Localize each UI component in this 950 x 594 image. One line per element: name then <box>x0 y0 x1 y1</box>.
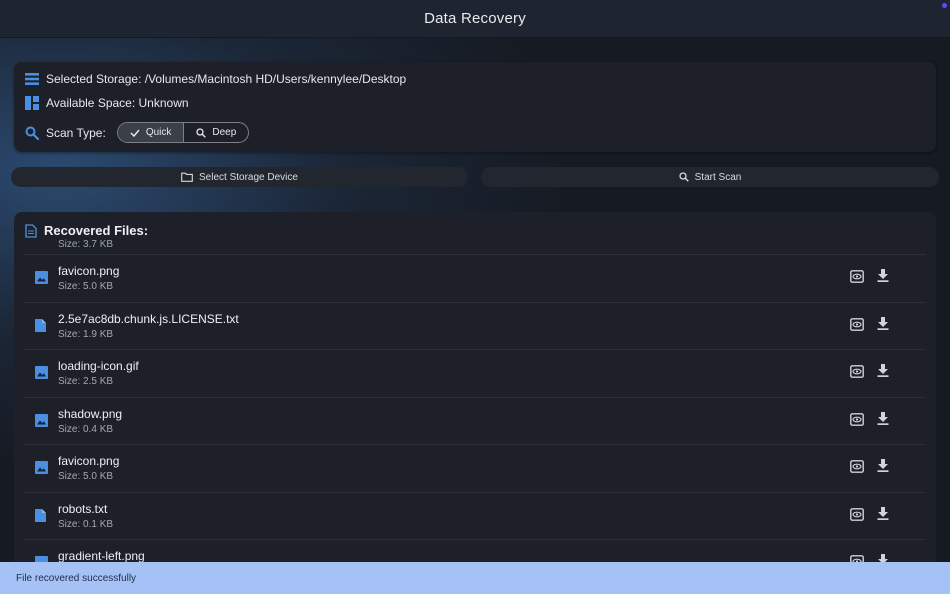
partial-file-size: Size: 3.7 KB <box>58 239 114 250</box>
file-name: robots.txt <box>58 501 108 516</box>
download-icon <box>877 411 889 425</box>
file-list-item[interactable]: robots.txt Size: 0.1 KB <box>24 493 926 540</box>
file-size: Size: 5.0 KB <box>58 281 114 292</box>
file-list-item[interactable]: favicon.png Size: 5.0 KB <box>24 445 926 493</box>
document-icon <box>35 318 46 332</box>
file-list-item[interactable]: 2.5e7ac8db.chunk.js.LICENSE.txt Size: 1.… <box>24 303 926 350</box>
search-icon <box>678 172 689 182</box>
search-icon <box>196 127 207 138</box>
image-icon <box>35 413 48 427</box>
preview-button[interactable] <box>850 412 864 426</box>
deep-option-label: Deep <box>212 127 237 138</box>
file-name: shadow.png <box>58 406 123 421</box>
quick-option-label: Quick <box>145 127 172 138</box>
file-list-item[interactable]: favicon.png Size: 5.0 KB <box>24 255 926 303</box>
scan-type-label: Scan Type: <box>46 125 106 140</box>
preview-button[interactable] <box>850 460 864 473</box>
document-icon <box>35 508 46 522</box>
recovered-files-list[interactable]: favicon.png Size: 5.0 KB 2.5e7ac8db.chun… <box>24 254 926 572</box>
title-bar: Data Recovery <box>0 0 950 38</box>
file-name: 2.5e7ac8db.chunk.js.LICENSE.txt <box>58 311 239 326</box>
image-icon <box>35 366 48 379</box>
image-icon <box>35 271 48 284</box>
selected-storage-row: Selected Storage: /Volumes/Macintosh HD/… <box>25 72 406 86</box>
file-size: Size: 0.1 KB <box>58 518 114 530</box>
dashboard-icon <box>25 96 39 110</box>
available-space-text: Available Space: Unknown <box>46 96 189 110</box>
preview-icon <box>850 412 864 426</box>
select-storage-device-label: Select Storage Device <box>199 171 298 183</box>
file-list-item[interactable]: shadow.png Size: 0.4 KB <box>24 398 926 445</box>
download-icon <box>877 269 889 282</box>
file-list-item[interactable]: loading-icon.gif Size: 2.5 KB <box>24 350 926 398</box>
download-button[interactable] <box>877 364 889 377</box>
select-storage-device-button[interactable]: Select Storage Device <box>11 167 468 187</box>
file-size: Size: 5.0 KB <box>58 471 114 482</box>
file-name: favicon.png <box>58 454 120 468</box>
scan-type-quick-option[interactable]: Quick <box>117 123 184 142</box>
file-name: favicon.png <box>58 264 120 278</box>
available-space-row: Available Space: Unknown <box>25 96 189 110</box>
status-bar: File recovered successfully <box>0 562 950 594</box>
preview-button[interactable] <box>850 270 864 283</box>
search-icon <box>25 126 39 140</box>
checkmark-icon <box>130 129 140 137</box>
start-scan-label: Start Scan <box>694 171 742 183</box>
recovered-files-card: Recovered Files: Size: 3.7 KB favicon.pn… <box>14 212 936 572</box>
download-icon <box>877 316 889 330</box>
download-button[interactable] <box>877 506 889 520</box>
preview-button[interactable] <box>850 365 864 378</box>
file-size: Size: 0.4 KB <box>58 423 114 435</box>
download-button[interactable] <box>877 411 889 425</box>
preview-icon <box>850 270 864 283</box>
file-size: Size: 2.5 KB <box>58 376 114 387</box>
selected-storage-text: Selected Storage: /Volumes/Macintosh HD/… <box>46 72 407 86</box>
storage-info-card: Selected Storage: /Volumes/Macintosh HD/… <box>14 62 936 152</box>
download-button[interactable] <box>877 316 889 330</box>
file-name: gradient-left.png <box>58 549 145 563</box>
status-message: File recovered successfully <box>16 572 137 584</box>
preview-icon <box>850 365 864 378</box>
preview-button[interactable] <box>850 317 864 331</box>
scan-type-row: Scan Type: Quick Deep <box>25 122 250 143</box>
recovered-files-header: Recovered Files: <box>25 223 148 238</box>
start-scan-button[interactable]: Start Scan <box>481 167 939 187</box>
file-name: loading-icon.gif <box>58 359 139 373</box>
document-icon <box>25 223 37 238</box>
file-size: Size: 1.9 KB <box>58 328 114 340</box>
preview-icon <box>850 460 864 473</box>
storage-list-icon <box>25 72 39 86</box>
download-icon <box>877 364 889 377</box>
download-icon <box>877 506 889 520</box>
scan-type-deep-option[interactable]: Deep <box>183 123 248 142</box>
download-icon <box>877 459 889 472</box>
download-button[interactable] <box>877 269 889 282</box>
recovered-files-title: Recovered Files: <box>44 223 149 238</box>
folder-icon <box>181 172 193 182</box>
preview-icon <box>850 507 864 521</box>
window-title: Data Recovery <box>424 10 526 27</box>
scan-type-segmented-control: Quick Deep <box>116 122 250 143</box>
image-icon <box>35 461 48 474</box>
preview-icon <box>850 317 864 331</box>
window-indicator-dot <box>942 3 947 8</box>
download-button[interactable] <box>877 459 889 472</box>
preview-button[interactable] <box>850 507 864 521</box>
